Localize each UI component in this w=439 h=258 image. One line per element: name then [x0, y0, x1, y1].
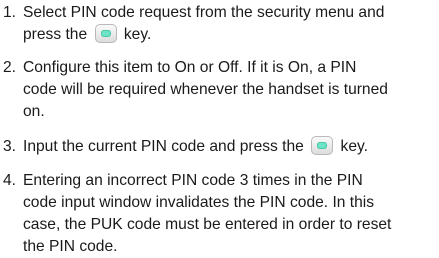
step-number: 3.: [3, 138, 17, 155]
step-text: Input the current PIN code and press the…: [23, 136, 439, 158]
step-line: Configure this item to On or Off. If it …: [23, 59, 357, 76]
step-number: 2.: [3, 59, 17, 76]
step-line: the PIN code.: [23, 238, 118, 255]
step-number: 1.: [3, 4, 17, 21]
step-line: Select PIN code request from the securit…: [23, 4, 385, 21]
step-text: Configure this item to On or Off. If it …: [23, 57, 439, 123]
step-line: Input the current PIN code and press the…: [23, 136, 439, 158]
step-line: code input window invalidates the PIN co…: [23, 194, 375, 211]
step-line-text: Input the current PIN code and press the: [23, 138, 304, 155]
step-line: on.: [23, 103, 45, 120]
step-line-text: press the: [23, 26, 88, 43]
ok-key-icon: [94, 24, 117, 43]
step-text: Select PIN code request from the securit…: [23, 2, 439, 46]
step-line: press the key.: [23, 24, 439, 46]
step-number: 4.: [3, 172, 17, 189]
step-line: case, the PUK code must be entered in or…: [23, 216, 392, 233]
step-line: Entering an incorrect PIN code 3 times i…: [23, 172, 363, 189]
step-line: code will be required whenever the hands…: [23, 81, 388, 98]
step-text: Entering an incorrect PIN code 3 times i…: [23, 170, 439, 258]
step-line-text: key.: [123, 26, 152, 43]
step-line-text: key.: [340, 138, 368, 155]
ok-key-icon: [311, 136, 334, 155]
